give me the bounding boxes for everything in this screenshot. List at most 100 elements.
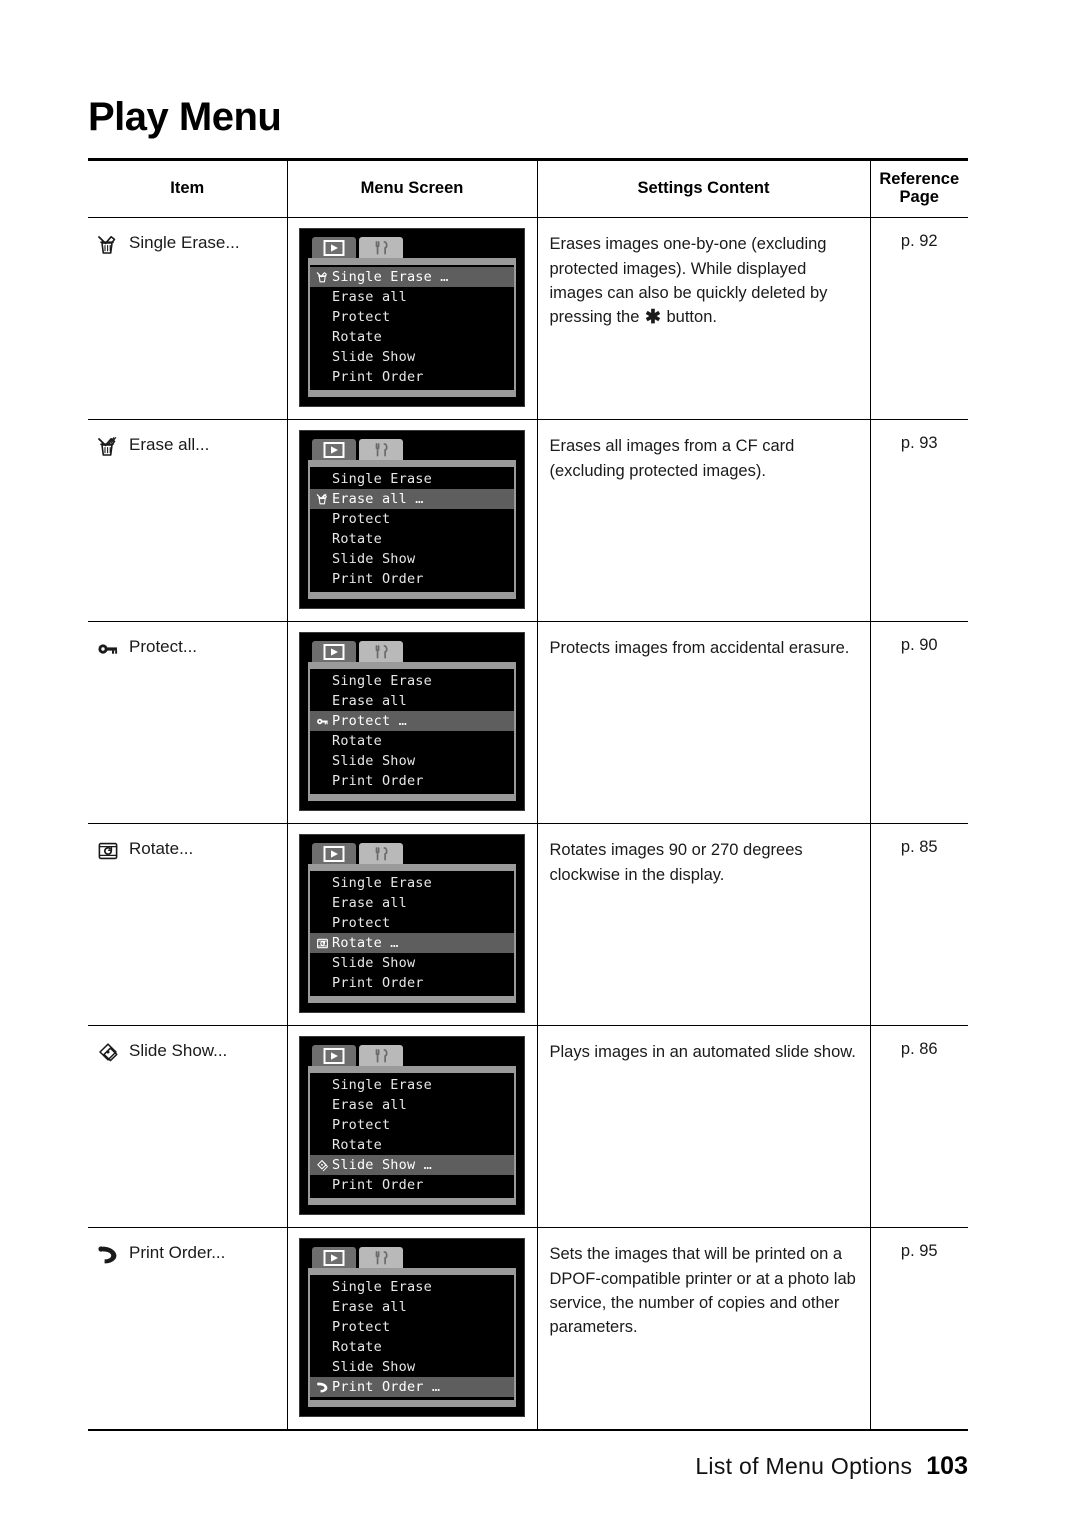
lcd-tab-bar — [308, 842, 516, 865]
menu-item-entry[interactable]: Erase all... — [96, 434, 281, 459]
column-header-reference-page: Reference Page — [870, 157, 968, 219]
settings-description: Plays images in an automated slide show. — [549, 1043, 856, 1062]
lcd-menu-item-slide-show[interactable]: Slide Show — [310, 953, 514, 973]
lcd-menu-item-print-order[interactable]: Print Order — [310, 973, 514, 993]
lcd-menu-item-slide-show[interactable]: Slide Show … — [310, 1155, 514, 1176]
playback-tab[interactable] — [312, 843, 356, 865]
lcd-menu-item-slide-show[interactable]: Slide Show — [310, 1357, 514, 1377]
lcd-menu-item-slide-show[interactable]: Slide Show — [310, 549, 514, 569]
lcd-menu-item-label: Protect … — [332, 713, 407, 730]
lcd-bottom-bar — [308, 794, 516, 802]
lcd-top-bar — [308, 1268, 516, 1276]
lcd-menu-item-erase-all[interactable]: Erase all — [310, 1297, 514, 1317]
play-triangle-icon — [321, 1249, 347, 1267]
lcd-menu-item-print-order[interactable]: Print Order — [310, 367, 514, 387]
lcd-menu-item-single-erase[interactable]: Single Erase — [310, 469, 514, 489]
playback-tab[interactable] — [312, 641, 356, 663]
reference-page-value: p. 92 — [900, 232, 938, 251]
camera-lcd-menu-screen: Single Erase … Erase all Protect Rotate … — [299, 228, 525, 408]
table-row: Protect... Single Erase Erase all Protec… — [88, 621, 968, 825]
lcd-top-bar — [308, 258, 516, 266]
lcd-menu-item-protect[interactable]: Protect — [310, 913, 514, 933]
table-row: Erase all... Single Erase Erase all … Pr… — [88, 419, 968, 623]
lcd-menu-item-label: Rotate — [332, 329, 382, 346]
lcd-bottom-bar — [308, 1400, 516, 1408]
lcd-menu-item-print-order[interactable]: Print Order … — [310, 1377, 514, 1398]
menu-item-entry[interactable]: Protect... — [96, 636, 281, 661]
lcd-menu-item-erase-all[interactable]: Erase all … — [310, 489, 514, 510]
fork-knife-icon — [368, 845, 394, 863]
camera-lcd-menu-screen: Single Erase Erase all Protect Rotate Sl… — [299, 1036, 525, 1216]
menu-item-entry[interactable]: Single Erase... — [96, 232, 281, 257]
lcd-tab-bar — [308, 1044, 516, 1067]
lcd-menu-item-print-order[interactable]: Print Order — [310, 771, 514, 791]
playback-tab[interactable] — [312, 1247, 356, 1269]
cell-reference-page: p. 95 — [870, 1227, 968, 1432]
lcd-menu-item-erase-all[interactable]: Erase all — [310, 1095, 514, 1115]
lcd-menu-item-rotate[interactable]: Rotate — [310, 1337, 514, 1357]
playback-tab[interactable] — [312, 439, 356, 461]
table-header: Item Menu Screen Settings Content Refere… — [88, 157, 968, 219]
lcd-menu-item-protect[interactable]: Protect — [310, 509, 514, 529]
lcd-menu-item-label: Print Order — [332, 571, 424, 588]
playback-tab[interactable] — [312, 237, 356, 259]
setup-tab[interactable] — [359, 1045, 403, 1067]
lcd-menu-item-slide-show[interactable]: Slide Show — [310, 751, 514, 771]
lcd-menu-item-protect[interactable]: Protect … — [310, 711, 514, 732]
lcd-menu-item-single-erase[interactable]: Single Erase — [310, 671, 514, 691]
setup-tab[interactable] — [359, 843, 403, 865]
lcd-menu-item-print-order[interactable]: Print Order — [310, 1175, 514, 1195]
lcd-menu-item-protect[interactable]: Protect — [310, 1317, 514, 1337]
menu-item-entry[interactable]: Slide Show... — [96, 1040, 281, 1065]
setup-tab[interactable] — [359, 1247, 403, 1269]
table-row: Rotate... Single Erase Erase all Protect — [88, 823, 968, 1027]
play-triangle-icon — [321, 441, 347, 459]
lcd-menu-item-label: Slide Show — [332, 349, 416, 366]
lcd-menu-item-protect[interactable]: Protect — [310, 307, 514, 327]
cell-menu-screen: Single Erase Erase all Protect Rotate … … — [287, 823, 538, 1027]
lcd-menu-item-label: Erase all — [332, 1097, 407, 1114]
lcd-menu-item-protect[interactable]: Protect — [310, 1115, 514, 1135]
menu-item-label: Print Order... — [129, 1243, 226, 1263]
lcd-menu-item-rotate[interactable]: Rotate — [310, 327, 514, 347]
lcd-top-bar — [308, 1066, 516, 1074]
setup-tab[interactable] — [359, 439, 403, 461]
lcd-menu-item-single-erase[interactable]: Single Erase … — [310, 267, 514, 288]
lcd-bottom-bar — [308, 1198, 516, 1206]
lcd-menu-item-single-erase[interactable]: Single Erase — [310, 1075, 514, 1095]
lcd-menu-item-rotate[interactable]: Rotate — [310, 731, 514, 751]
lcd-menu-item-rotate[interactable]: Rotate … — [310, 933, 514, 954]
table-row: Print Order... Single Erase Erase all Pr… — [88, 1227, 968, 1432]
setup-tab[interactable] — [359, 237, 403, 259]
cell-settings-content: Rotates images 90 or 270 degrees clockwi… — [537, 823, 871, 1027]
fork-knife-icon — [368, 1047, 394, 1065]
playback-tab[interactable] — [312, 1045, 356, 1067]
footer-section-label: List of Menu Options — [695, 1453, 913, 1479]
lcd-menu-list: Single Erase Erase all Protect Rotate Sl… — [308, 1073, 516, 1199]
lcd-menu-item-label: Slide Show — [332, 753, 416, 770]
lcd-menu-item-print-order[interactable]: Print Order — [310, 569, 514, 589]
lcd-bottom-bar — [308, 390, 516, 398]
rotate-icon — [315, 936, 329, 950]
lcd-menu-item-single-erase[interactable]: Single Erase — [310, 1277, 514, 1297]
cell-reference-page: p. 90 — [870, 621, 968, 825]
cell-item: Slide Show... — [88, 1025, 288, 1229]
menu-item-entry[interactable]: Rotate... — [96, 838, 281, 863]
lcd-menu-item-single-erase[interactable]: Single Erase — [310, 873, 514, 893]
setup-tab[interactable] — [359, 641, 403, 663]
lcd-menu-list: Single Erase Erase all Protect Rotate Sl… — [308, 1275, 516, 1401]
lcd-menu-item-erase-all[interactable]: Erase all — [310, 893, 514, 913]
column-header-item: Item — [88, 157, 288, 219]
lcd-top-bar — [308, 864, 516, 872]
column-header-settings-content: Settings Content — [537, 157, 871, 219]
lcd-tab-bar — [308, 640, 516, 663]
lcd-menu-item-erase-all[interactable]: Erase all — [310, 287, 514, 307]
lcd-menu-item-erase-all[interactable]: Erase all — [310, 691, 514, 711]
lcd-menu-item-label: Erase all — [332, 693, 407, 710]
lcd-menu-item-slide-show[interactable]: Slide Show — [310, 347, 514, 367]
slide-show-icon — [315, 1158, 329, 1172]
lcd-menu-item-label: Print Order — [332, 773, 424, 790]
lcd-menu-item-rotate[interactable]: Rotate — [310, 1135, 514, 1155]
menu-item-entry[interactable]: Print Order... — [96, 1242, 281, 1267]
lcd-menu-item-rotate[interactable]: Rotate — [310, 529, 514, 549]
